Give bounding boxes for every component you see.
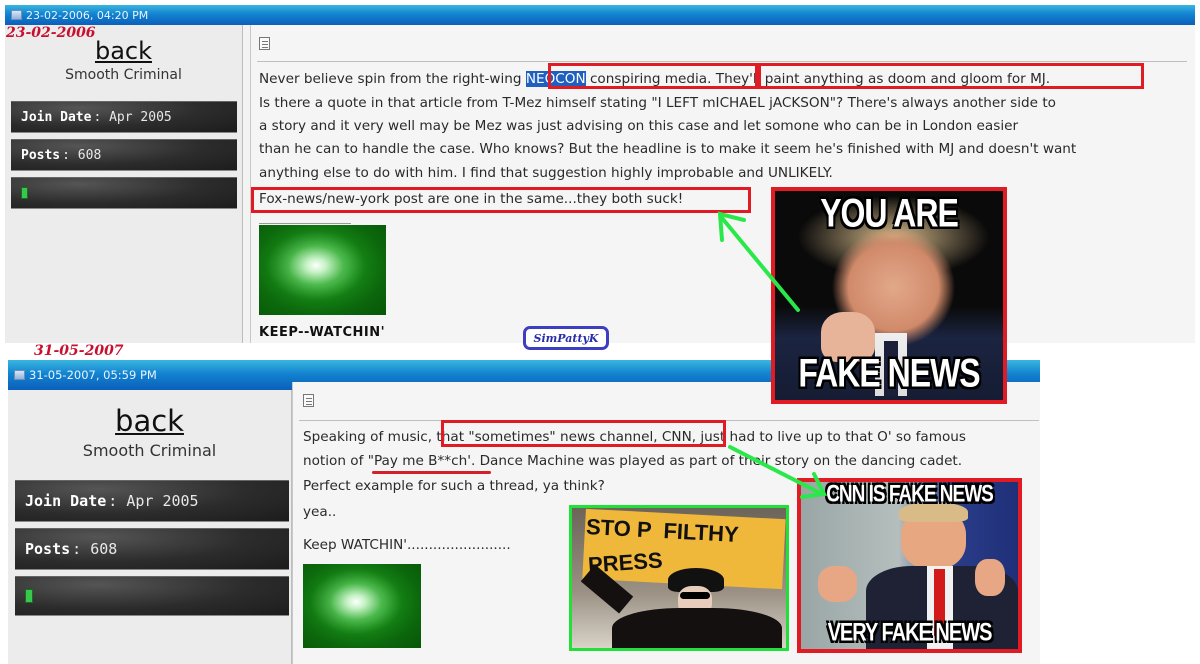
arrow-cnn-to-meme2 [728,445,828,499]
annotation-arrows [717,211,828,499]
arrow-meme1-to-foxnews [717,211,800,312]
